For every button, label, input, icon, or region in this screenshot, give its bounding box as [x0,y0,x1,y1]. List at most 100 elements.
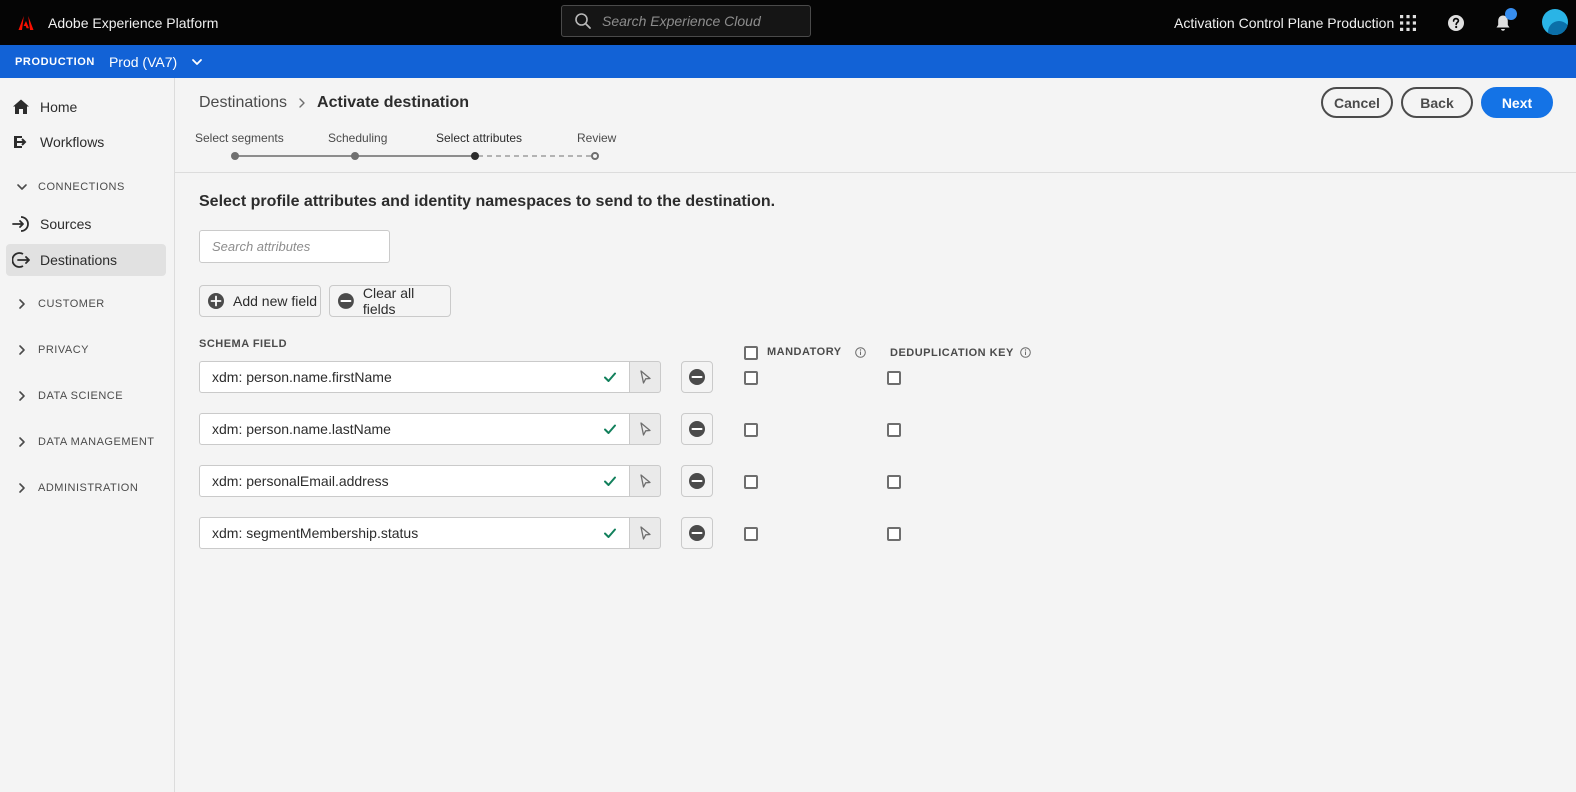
step-select-attributes: Select attributes [436,131,523,145]
cursor-select-icon [640,474,651,488]
remove-circle-icon [689,473,705,489]
sidebar-item-workflows[interactable]: Workflows [6,126,166,158]
schema-field-input[interactable]: xdm: person.name.lastName [199,413,629,445]
checkmark-icon [604,424,616,434]
notifications-button[interactable] [1494,0,1512,45]
sandbox-switcher-button[interactable] [191,56,203,68]
sandbox-name[interactable]: Prod (VA7) [109,54,177,70]
top-bar: Adobe Experience Platform Search Experie… [0,0,1576,45]
chevron-right-icon [16,436,28,448]
notification-badge [1505,8,1517,20]
schema-field-row: xdm: personalEmail.address [199,465,661,497]
mandatory-checkbox[interactable] [744,371,758,385]
mandatory-checkbox[interactable] [744,423,758,437]
brand[interactable]: Adobe Experience Platform [18,0,218,45]
sidebar-item-home[interactable]: Home [6,91,166,123]
back-button[interactable]: Back [1401,87,1473,118]
checkmark-icon [604,372,616,382]
deduplication-key-checkbox[interactable] [887,475,901,489]
select-field-button[interactable] [629,413,661,445]
chevron-right-icon [297,95,307,111]
cancel-button[interactable]: Cancel [1321,87,1393,118]
chevron-down-icon [16,181,28,193]
clear-all-fields-label: Clear all fields [362,285,415,317]
select-field-button[interactable] [629,465,661,497]
mandatory-checkbox[interactable] [744,527,758,541]
cursor-select-icon [640,422,651,436]
apps-button[interactable] [1399,0,1417,45]
deduplication-key-checkbox[interactable] [887,423,901,437]
sidebar-item-label: Home [40,99,78,115]
add-new-field-button[interactable]: Add new field [199,285,321,317]
sidebar-section-customer[interactable]: CUSTOMER [16,294,105,314]
sandbox-type-label: PRODUCTION [15,55,95,68]
info-icon[interactable] [855,347,866,358]
clear-all-fields-button[interactable]: Clear all fields [329,285,451,317]
column-header-deduplication-key: DEDUPLICATION KEY [890,347,1014,359]
step-scheduling: Scheduling [328,131,388,145]
step-dot-complete [231,152,239,160]
mandatory-checkbox[interactable] [744,475,758,489]
checkmark-icon [604,528,616,538]
stepper-track-pending [478,155,592,157]
sources-icon [10,215,32,233]
instruction-text: Select profile attributes and identity n… [199,193,776,210]
checkmark-icon [604,476,616,486]
avatar[interactable] [1542,9,1568,35]
select-field-button[interactable] [629,517,661,549]
search-icon [575,13,591,29]
chevron-right-icon [16,344,28,356]
select-field-button[interactable] [629,361,661,393]
global-search[interactable]: Search Experience Cloud [561,5,811,37]
step-dot-pending [591,152,599,160]
sandbox-bar: PRODUCTION Prod (VA7) [0,45,1576,78]
org-switcher[interactable]: Activation Control Plane Production [1174,0,1394,45]
page-title: Activate destination [317,94,470,111]
sidebar-section-administration[interactable]: ADMINISTRATION [16,478,138,498]
sidebar-section-data-management[interactable]: DATA MANAGEMENT [16,432,155,452]
deduplication-key-checkbox[interactable] [887,371,901,385]
help-icon [1448,14,1464,31]
schema-field-input[interactable]: xdm: segmentMembership.status [199,517,629,549]
schema-field-row: xdm: person.name.lastName [199,413,661,445]
schema-field-input[interactable]: xdm: person.name.firstName [199,361,629,393]
cursor-select-icon [640,526,651,540]
chevron-down-icon [192,58,203,65]
remove-circle-icon [337,293,354,309]
adobe-logo-icon [18,15,34,30]
sidebar-item-label: Workflows [40,134,105,150]
remove-circle-icon [689,421,705,437]
remove-field-button[interactable] [681,517,713,549]
stepper-track-complete [238,155,355,157]
workflows-icon [10,133,32,151]
add-circle-icon [208,293,224,309]
cursor-select-icon [640,370,651,384]
schema-field-row: xdm: segmentMembership.status [199,517,661,549]
remove-field-button[interactable] [681,465,713,497]
breadcrumb: Destinations Activate destination [199,92,469,114]
sidebar-item-sources[interactable]: Sources [6,208,166,240]
next-button[interactable]: Next [1481,87,1553,118]
sidebar: Home Workflows CONNECTIONS Sources Desti… [0,78,175,792]
sidebar-section-privacy[interactable]: PRIVACY [16,340,89,360]
sidebar-section-connections[interactable]: CONNECTIONS [16,177,125,197]
remove-field-button[interactable] [681,413,713,445]
deduplication-key-checkbox[interactable] [887,527,901,541]
step-review: Review [577,131,617,145]
destinations-icon [10,251,32,269]
apps-grid-icon [1400,14,1416,31]
remove-field-button[interactable] [681,361,713,393]
mandatory-select-all-checkbox[interactable] [744,346,758,360]
search-attributes-input[interactable] [199,230,390,263]
sidebar-item-destinations[interactable]: Destinations [6,244,166,276]
step-dot-current [471,152,479,160]
breadcrumb-destinations-link[interactable]: Destinations [199,94,287,112]
home-icon [10,98,32,116]
sidebar-section-data-science[interactable]: DATA SCIENCE [16,386,123,406]
schema-field-input[interactable]: xdm: personalEmail.address [199,465,629,497]
info-icon[interactable] [1020,347,1031,358]
column-header-schema-field: SCHEMA FIELD [199,338,288,350]
column-header-mandatory: MANDATORY [767,346,842,358]
help-button[interactable] [1447,0,1465,45]
remove-circle-icon [689,369,705,385]
